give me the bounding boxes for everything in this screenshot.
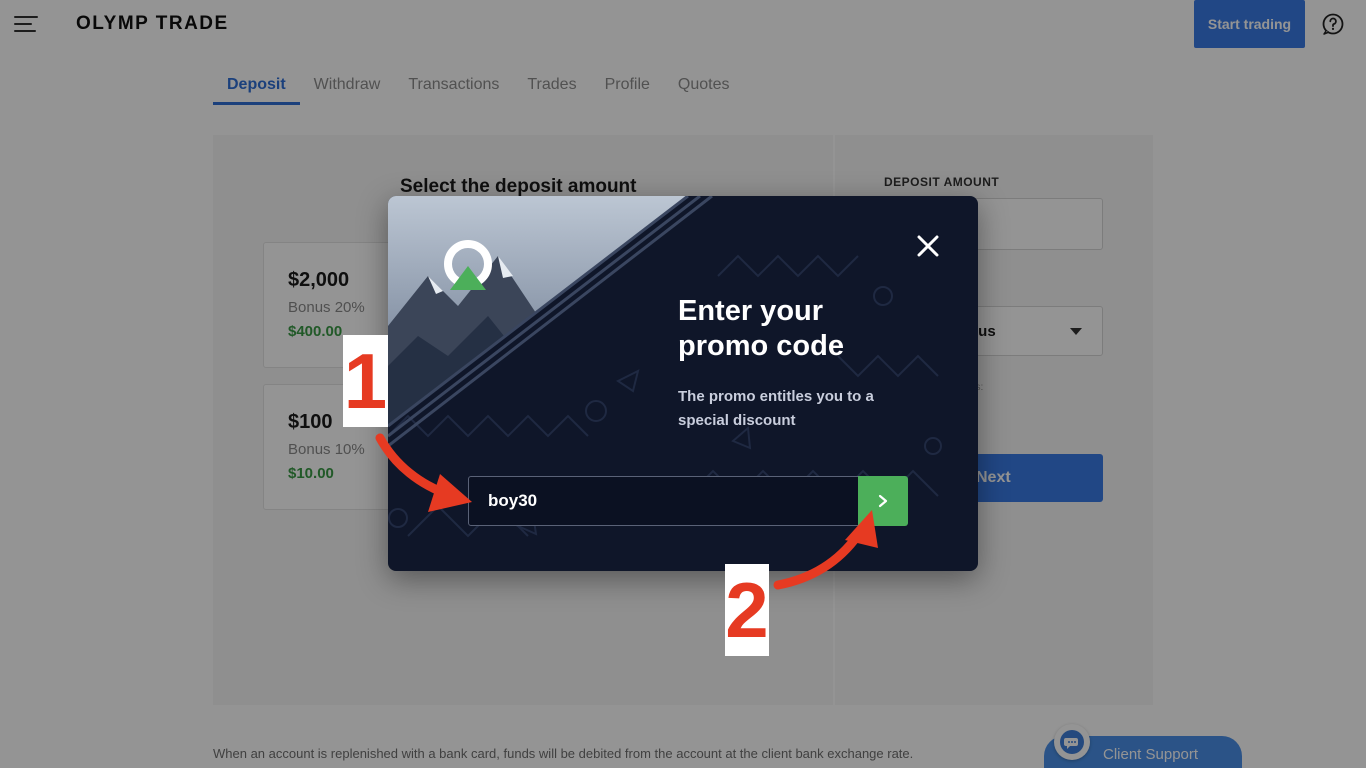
annotation-step-1: 1: [343, 335, 388, 427]
annotation-arrows: [375, 433, 878, 590]
annotation-step-2: 2: [725, 564, 769, 656]
